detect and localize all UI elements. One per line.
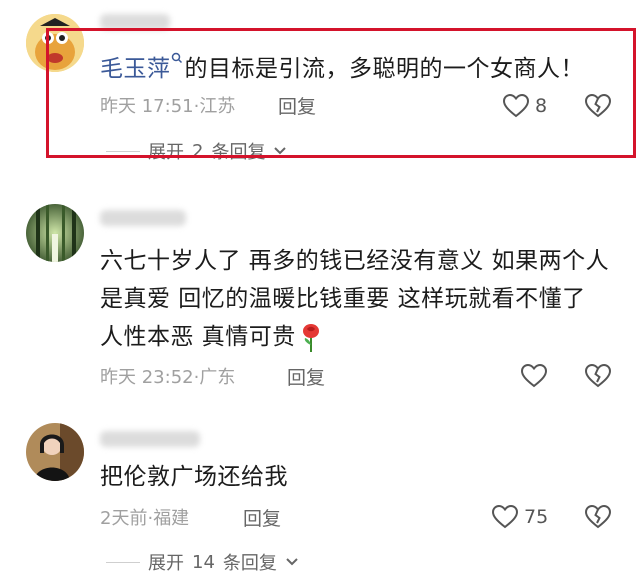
avatar[interactable] xyxy=(26,14,84,72)
dislike-button[interactable] xyxy=(584,93,612,122)
like-button[interactable]: 8 xyxy=(503,94,547,118)
broken-heart-icon xyxy=(584,504,612,529)
broken-heart-icon xyxy=(584,93,612,118)
username-blurred[interactable] xyxy=(100,210,186,226)
location: 江苏 xyxy=(199,96,236,117)
divider xyxy=(106,561,140,563)
comment-meta: 昨天 23:52·广东 xyxy=(100,367,236,388)
chevron-down-icon xyxy=(286,558,298,566)
reply-button[interactable]: 回复 xyxy=(287,366,325,390)
dislike-button[interactable] xyxy=(584,504,612,533)
expand-replies-button[interactable]: 展开 14 条回复 xyxy=(106,549,299,575)
like-count: 8 xyxy=(535,95,548,117)
comment-meta: 昨天 17:51·江苏 xyxy=(100,96,236,117)
comment-3: 把伦敦广场还给我 2天前·福建 回复 75 展开 14 条回复 xyxy=(0,405,640,579)
reply-button[interactable]: 回复 xyxy=(278,95,316,119)
comment-text: 毛玉萍 的目标是引流，多聪明的一个女商人！ xyxy=(100,50,610,88)
username-blurred[interactable] xyxy=(100,431,200,447)
expand-replies-button[interactable]: 展开 2 条回复 xyxy=(106,138,287,164)
location: 福建 xyxy=(153,508,190,529)
avatar[interactable] xyxy=(26,423,84,481)
comment-text: 把伦敦广场还给我 xyxy=(100,464,288,490)
like-count: 75 xyxy=(524,506,549,528)
timestamp: 昨天 17:51 xyxy=(100,96,194,117)
heart-icon xyxy=(521,364,547,388)
username-blurred[interactable] xyxy=(100,14,170,30)
timestamp: 昨天 23:52 xyxy=(100,367,194,388)
mention-link[interactable]: 毛玉萍 xyxy=(100,56,171,82)
broken-heart-icon xyxy=(584,363,612,388)
heart-icon xyxy=(492,505,518,529)
avatar[interactable] xyxy=(26,204,84,262)
location: 广东 xyxy=(199,367,236,388)
comment-2: 六七十岁人了 再多的钱已经没有意义 如果两个人是真爱 回忆的温暖比钱重要 这样玩… xyxy=(0,180,640,400)
reply-button[interactable]: 回复 xyxy=(243,507,281,531)
dislike-button[interactable] xyxy=(584,363,612,392)
comment-1: 毛玉萍 的目标是引流，多聪明的一个女商人！ 昨天 17:51·江苏 回复 8 展开… xyxy=(0,0,640,170)
timestamp: 2天前 xyxy=(100,508,148,529)
rose-emoji-icon xyxy=(302,323,319,352)
like-button[interactable] xyxy=(521,364,547,388)
comment-text: 六七十岁人了 再多的钱已经没有意义 如果两个人是真爱 回忆的温暖比钱重要 这样玩… xyxy=(100,242,610,356)
comment-meta: 2天前·福建 xyxy=(100,508,190,529)
like-button[interactable]: 75 xyxy=(492,505,548,529)
chevron-down-icon xyxy=(274,147,287,155)
divider xyxy=(106,150,140,152)
heart-icon xyxy=(503,94,529,118)
search-icon xyxy=(171,52,182,64)
